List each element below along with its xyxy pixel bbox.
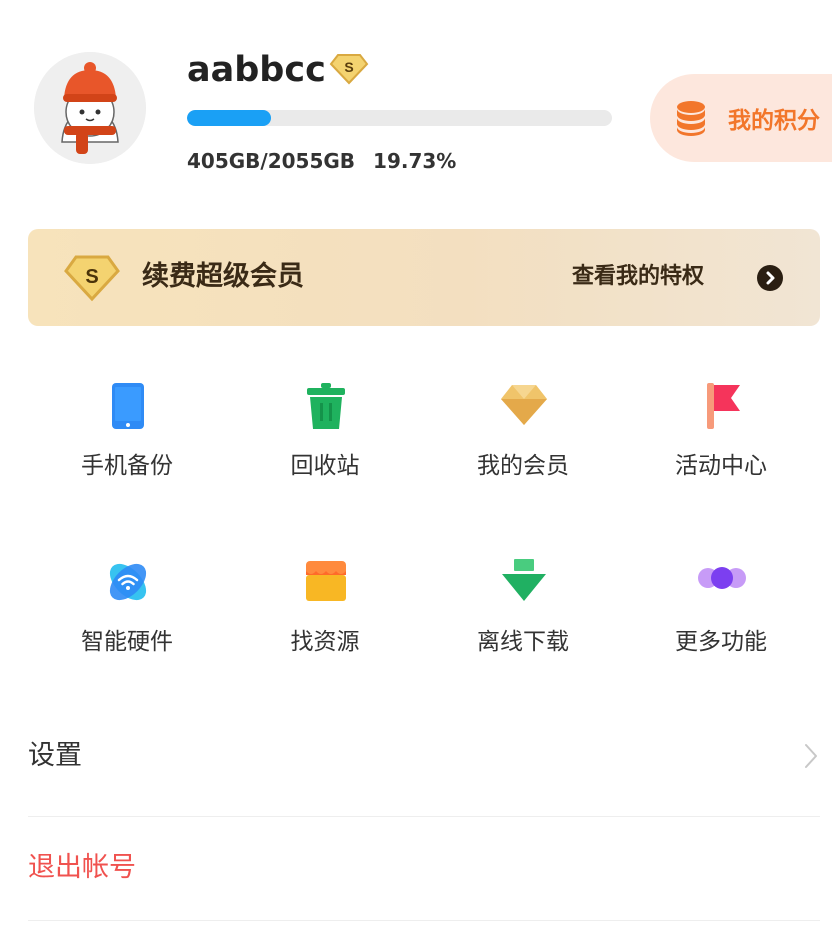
view-privileges-link[interactable]: 查看我的特权: [572, 259, 704, 295]
phone-icon: [103, 381, 153, 431]
feature-label: 我的会员: [477, 453, 569, 479]
feature-label: 离线下载: [477, 629, 569, 655]
my-points-button[interactable]: 我的积分: [650, 74, 832, 162]
feature-label: 智能硬件: [81, 629, 173, 655]
settings-label: 设置: [28, 740, 82, 771]
logout-row[interactable]: 退出帐号: [0, 820, 832, 920]
svg-text:S: S: [344, 59, 353, 75]
settings-row[interactable]: 设置: [0, 710, 832, 810]
feature-activity-center[interactable]: 活动中心: [621, 381, 821, 501]
feature-recycle-bin[interactable]: 回收站: [225, 381, 425, 501]
feature-label: 回收站: [290, 453, 360, 479]
super-vip-icon: S: [62, 253, 122, 303]
feature-label: 活动中心: [675, 453, 767, 479]
feature-label: 手机备份: [81, 453, 173, 479]
my-points-label: 我的积分: [728, 108, 820, 134]
diamond-icon: [499, 381, 549, 431]
storage-progress-bar: [187, 110, 612, 126]
store-icon: [301, 557, 351, 607]
storage-used-text: 405GB/2055GB: [187, 149, 356, 173]
avatar-image: [34, 52, 146, 164]
avatar[interactable]: [34, 52, 146, 164]
feature-offline-download[interactable]: 离线下载: [423, 557, 623, 677]
feature-find-resources[interactable]: 找资源: [225, 557, 425, 677]
renew-vip-title: 续费超级会员: [142, 261, 304, 292]
username: aabbcc: [187, 50, 326, 90]
download-icon: [499, 557, 549, 607]
storage-percent-text: 19.73%: [373, 149, 457, 173]
flag-icon: [697, 381, 747, 431]
svg-text:S: S: [85, 266, 98, 288]
vip-badge-icon: S: [328, 52, 370, 86]
logout-label: 退出帐号: [28, 852, 136, 883]
divider: [28, 920, 820, 921]
divider: [28, 816, 820, 817]
storage-progress-fill: [187, 110, 271, 126]
feature-phone-backup[interactable]: 手机备份: [27, 381, 227, 501]
coin-stack-icon: [677, 101, 705, 136]
chevron-right-icon: [804, 743, 818, 769]
trash-icon: [301, 381, 351, 431]
storage-usage: 405GB/2055GB 19.73%: [187, 144, 456, 178]
renew-vip-banner[interactable]: S 续费超级会员 查看我的特权: [28, 229, 820, 326]
feature-label: 更多功能: [675, 629, 767, 655]
chevron-right-icon: [757, 265, 783, 291]
feature-label: 找资源: [290, 629, 360, 655]
more-icon: [697, 557, 747, 607]
feature-smart-hardware[interactable]: 智能硬件: [27, 557, 227, 677]
feature-more-functions[interactable]: 更多功能: [621, 557, 821, 677]
wifi-icon: [103, 557, 153, 607]
feature-my-membership[interactable]: 我的会员: [423, 381, 623, 501]
